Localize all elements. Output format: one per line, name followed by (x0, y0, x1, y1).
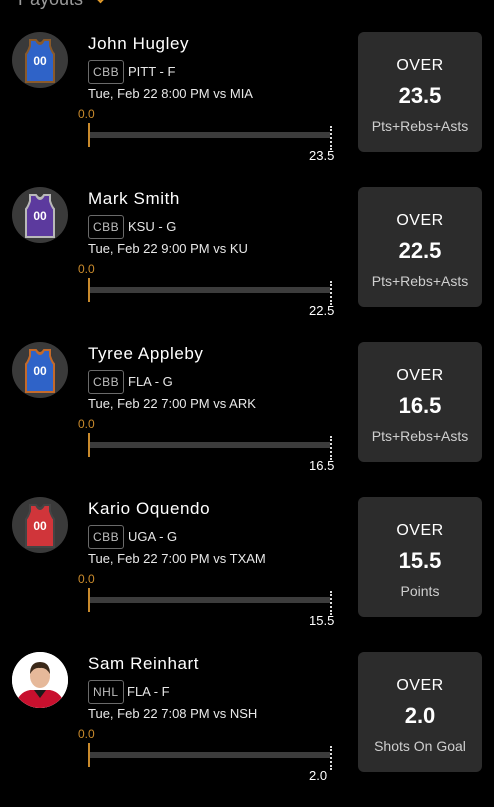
progress-start-marker (88, 433, 90, 457)
team-position: KSU - G (128, 219, 177, 234)
league-badge: CBB (88, 370, 125, 394)
jersey-icon: 00 (12, 32, 68, 88)
league-badge: CBB (88, 525, 125, 549)
svg-text:00: 00 (33, 364, 47, 378)
line-value: 2.0 (404, 703, 436, 728)
league-badge: CBB (88, 60, 125, 84)
line-marker (330, 591, 332, 615)
svg-text:00: 00 (33, 54, 47, 68)
game-time: Tue, Feb 22 7:00 PM vs TXAM (88, 551, 266, 566)
pick-card[interactable]: 00 Kario Oquendo CBB UGA - G Tue, Feb 22… (0, 497, 494, 652)
current-value: 0.0 (78, 572, 95, 586)
current-value: 0.0 (78, 262, 95, 276)
current-value: 0.0 (78, 417, 95, 431)
team-position: UGA - G (128, 529, 178, 544)
progress-start-marker (88, 743, 90, 767)
jersey-icon: 00 (12, 187, 68, 243)
pick-card[interactable]: Sam Reinhart NHL FLA - F Tue, Feb 22 7:0… (0, 652, 494, 807)
game-time: Tue, Feb 22 9:00 PM vs KU (88, 241, 248, 256)
line-marker (330, 126, 332, 150)
stat-type: Pts+Rebs+Asts (371, 428, 469, 444)
line-value: 15.5 (398, 548, 442, 573)
pick-card[interactable]: 00 John Hugley CBB PITT - F Tue, Feb 22 … (0, 32, 494, 187)
league-badge: CBB (88, 215, 125, 239)
projection-panel[interactable]: OVER 22.5 Pts+Rebs+Asts (358, 187, 482, 307)
player-name: Mark Smith (88, 189, 180, 208)
player-name: John Hugley (88, 34, 190, 53)
line-value: 16.5 (398, 393, 442, 418)
direction-label: OVER (396, 212, 444, 229)
line-value: 22.5 (398, 238, 442, 263)
line-marker (330, 746, 332, 770)
league-badge: NHL (88, 680, 124, 704)
projection-panel[interactable]: OVER 16.5 Pts+Rebs+Asts (358, 342, 482, 462)
direction-label: OVER (396, 677, 444, 694)
chevron-down-icon[interactable] (92, 0, 109, 3)
svg-text:00: 00 (33, 519, 47, 533)
line-label: 16.5 (309, 458, 335, 473)
stat-type: Pts+Rebs+Asts (371, 273, 469, 289)
team-position: FLA - G (128, 374, 173, 389)
player-name: Tyree Appleby (88, 344, 204, 363)
player-name: Kario Oquendo (88, 499, 211, 518)
line-label: 22.5 (309, 303, 335, 318)
stat-type: Shots On Goal (374, 738, 466, 754)
line-marker (330, 281, 332, 305)
player-name: Sam Reinhart (88, 654, 200, 673)
progress-start-marker (88, 123, 90, 147)
team-position: FLA - F (127, 684, 170, 699)
jersey-icon: 00 (12, 342, 68, 398)
game-time: Tue, Feb 22 7:08 PM vs NSH (88, 706, 258, 721)
game-time: Tue, Feb 22 7:00 PM vs ARK (88, 396, 256, 411)
progress-start-marker (88, 588, 90, 612)
progress-track (88, 287, 330, 293)
direction-label: OVER (396, 57, 444, 74)
progress-track (88, 597, 330, 603)
line-label: 23.5 (309, 148, 335, 163)
line-label: 2.0 (309, 768, 328, 783)
projection-panel[interactable]: OVER 15.5 Points (358, 497, 482, 617)
line-marker (330, 436, 332, 460)
projection-panel[interactable]: OVER 23.5 Pts+Rebs+Asts (358, 32, 482, 152)
payouts-label: Payouts (18, 0, 83, 10)
current-value: 0.0 (78, 107, 95, 121)
jersey-icon: 00 (12, 497, 68, 553)
game-time: Tue, Feb 22 8:00 PM vs MIA (88, 86, 253, 101)
progress-track (88, 442, 330, 448)
current-value: 0.0 (78, 727, 95, 741)
player-photo (12, 652, 68, 708)
line-value: 23.5 (398, 83, 442, 108)
team-position: PITT - F (128, 64, 176, 79)
direction-label: OVER (396, 522, 444, 539)
svg-text:00: 00 (33, 209, 47, 223)
progress-track (88, 132, 330, 138)
line-label: 15.5 (309, 613, 335, 628)
projection-panel[interactable]: OVER 2.0 Shots On Goal (358, 652, 482, 772)
progress-start-marker (88, 278, 90, 302)
stat-type: Points (400, 583, 440, 599)
stat-type: Pts+Rebs+Asts (371, 118, 469, 134)
progress-track (88, 752, 330, 758)
pick-card[interactable]: 00 Mark Smith CBB KSU - G Tue, Feb 22 9:… (0, 187, 494, 342)
direction-label: OVER (396, 367, 444, 384)
payouts-header[interactable]: Payouts (18, 0, 109, 10)
pick-card[interactable]: 00 Tyree Appleby CBB FLA - G Tue, Feb 22… (0, 342, 494, 497)
